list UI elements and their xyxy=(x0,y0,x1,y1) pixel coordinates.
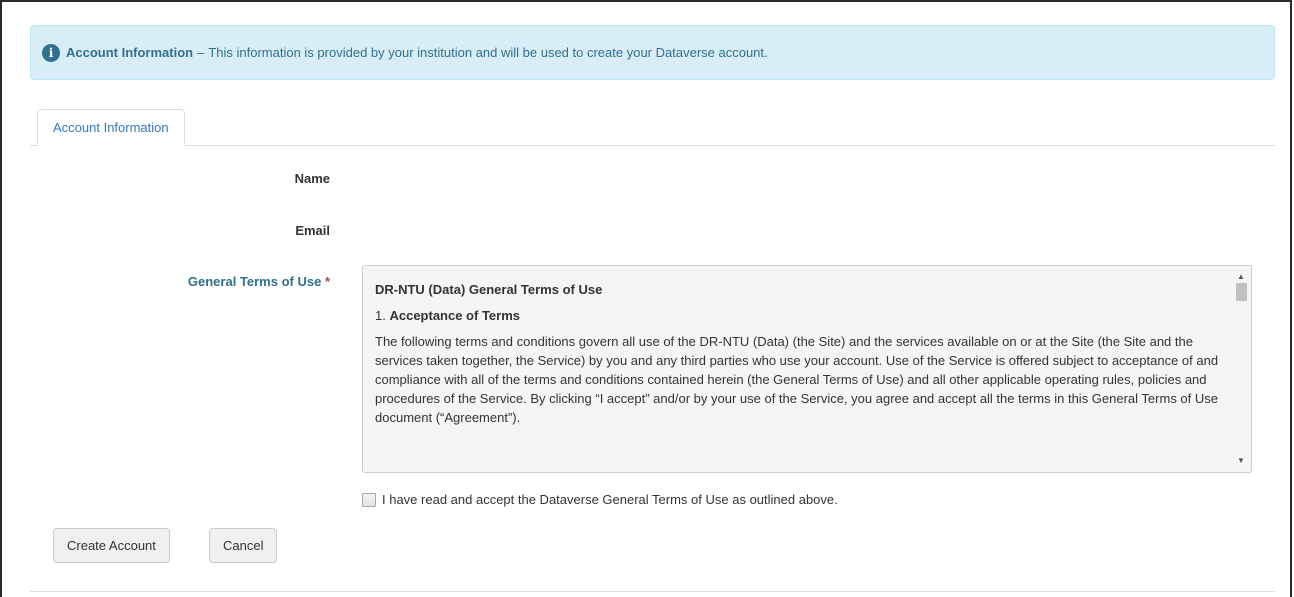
terms-body: The following terms and conditions gover… xyxy=(375,334,1219,425)
terms-of-use-label: General Terms of Use * xyxy=(0,274,330,289)
bottom-divider xyxy=(30,591,1275,592)
scroll-thumb[interactable] xyxy=(1236,283,1247,301)
scroll-down-arrow-icon[interactable]: ▼ xyxy=(1233,454,1249,468)
email-label: Email xyxy=(295,223,330,238)
tabs-divider xyxy=(30,145,1275,146)
accept-terms-row: I have read and accept the Dataverse Gen… xyxy=(362,492,838,507)
alert-title: Account Information xyxy=(66,45,194,60)
accept-terms-checkbox[interactable] xyxy=(362,492,376,507)
tab-account-information[interactable]: Account Information xyxy=(37,109,185,146)
tab-label: Account Information xyxy=(53,120,169,135)
terms-content: DR-NTU (Data) General Terms of Use 1. Ac… xyxy=(363,266,1251,427)
section-title: Acceptance of Terms xyxy=(389,308,520,323)
info-circle-icon: i xyxy=(42,43,60,62)
scroll-up-arrow-icon[interactable]: ▲ xyxy=(1233,270,1249,284)
terms-of-use-scrollbox[interactable]: DR-NTU (Data) General Terms of Use 1. Ac… xyxy=(362,265,1252,473)
terms-heading: DR-NTU (Data) General Terms of Use xyxy=(375,282,603,297)
name-label: Name xyxy=(294,171,330,186)
terms-section-title: 1. Acceptance of Terms xyxy=(375,306,1221,325)
alert-message: This information is provided by your ins… xyxy=(208,45,768,60)
section-number: 1. xyxy=(375,308,386,323)
terms-label-text: General Terms of Use xyxy=(187,274,322,289)
account-info-alert: i Account Information – This information… xyxy=(30,25,1275,80)
terms-scrollbar[interactable]: ▲ ▼ xyxy=(1233,268,1249,470)
accept-terms-label[interactable]: I have read and accept the Dataverse Gen… xyxy=(382,492,838,507)
cancel-button[interactable]: Cancel xyxy=(209,528,278,563)
required-marker: * xyxy=(324,274,330,289)
create-account-button[interactable]: Create Account xyxy=(53,528,170,563)
alert-separator: – xyxy=(197,45,205,60)
